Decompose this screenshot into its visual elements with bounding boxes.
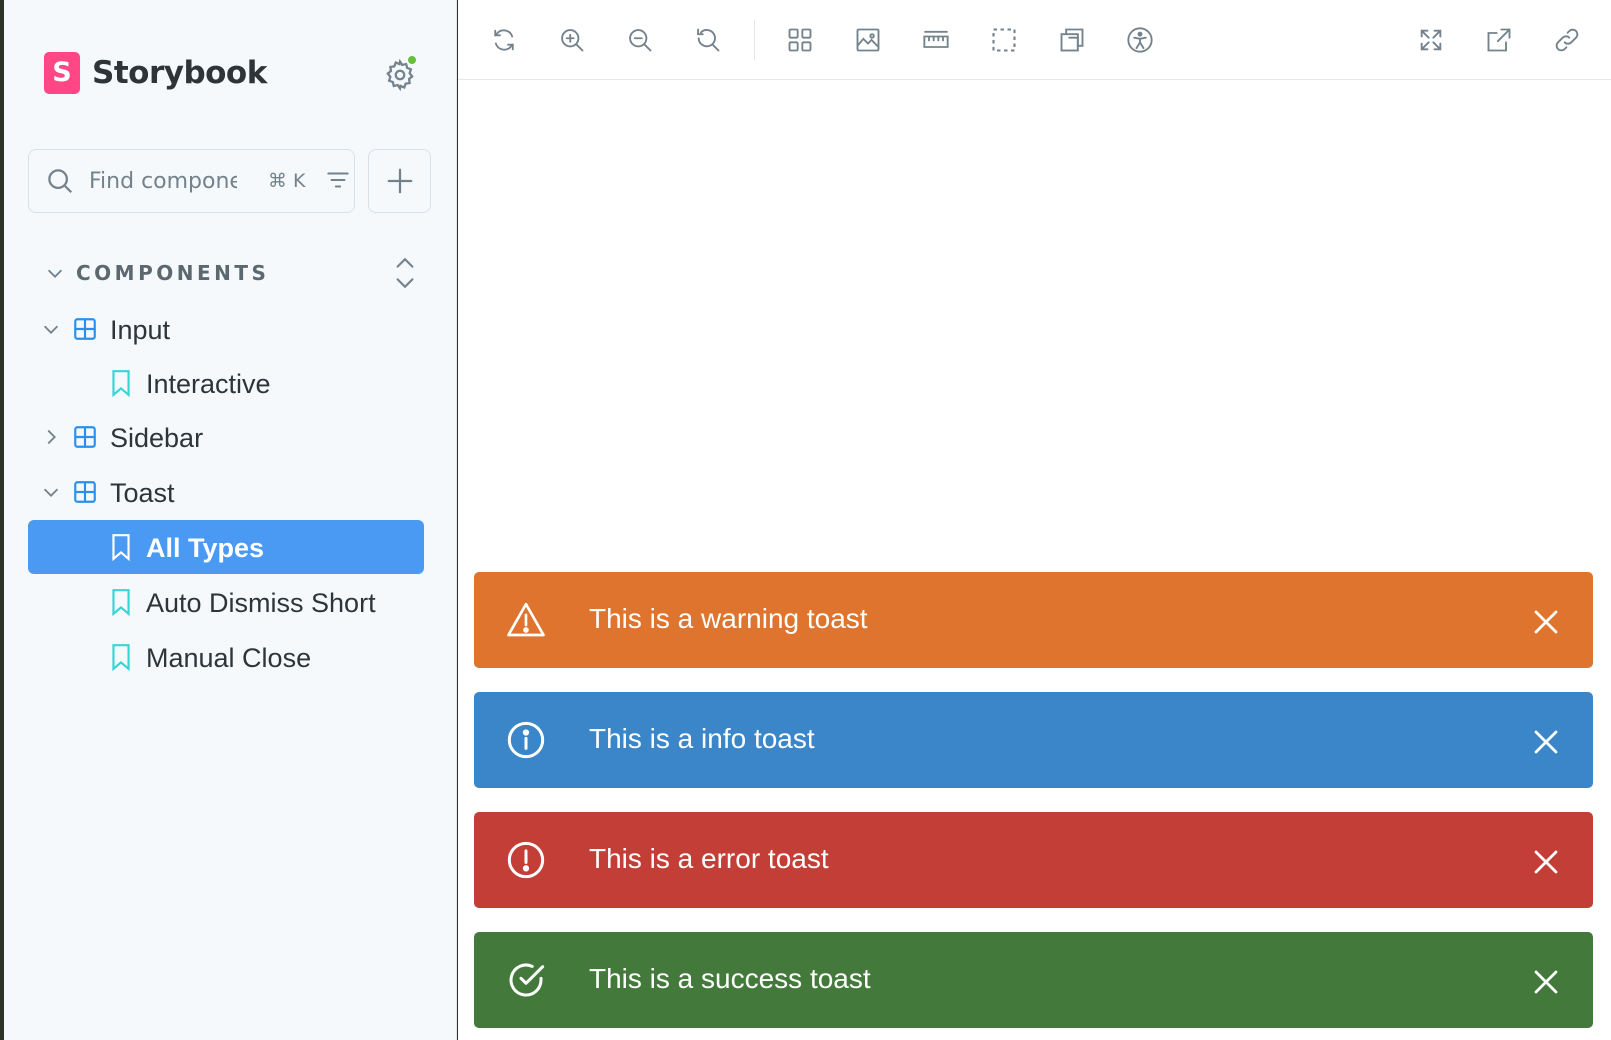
tree-item-label: Auto Dismiss Short bbox=[146, 588, 376, 618]
update-status-dot bbox=[406, 54, 418, 66]
open-in-new-tab-button[interactable] bbox=[1479, 20, 1519, 60]
component-icon bbox=[74, 426, 96, 448]
tree-item-label: Input bbox=[110, 315, 171, 345]
component-icon bbox=[74, 481, 96, 503]
search-box[interactable]: ⌘ K bbox=[28, 149, 355, 213]
tree-item-sidebar[interactable]: Sidebar bbox=[28, 410, 424, 464]
tree-item-label: Manual Close bbox=[146, 643, 312, 673]
tree-item-label: Sidebar bbox=[110, 423, 204, 453]
zoom-reset-button[interactable] bbox=[688, 20, 728, 60]
open-new-tab-icon bbox=[1487, 28, 1511, 52]
components-section-header[interactable]: COMPONENTS bbox=[44, 255, 424, 291]
measure-icon bbox=[923, 30, 949, 48]
component-icon bbox=[74, 318, 96, 340]
sidebar: S Storybook ⌘ K COMPONENTS Input bbox=[4, 0, 457, 1040]
brand[interactable]: S Storybook bbox=[44, 52, 267, 94]
background-icon bbox=[856, 28, 880, 52]
search-icon bbox=[48, 169, 73, 194]
search-input[interactable] bbox=[89, 162, 237, 200]
chevron-right-icon[interactable] bbox=[40, 426, 62, 448]
tree-item-label: Toast bbox=[110, 478, 175, 508]
measure-button[interactable] bbox=[916, 20, 956, 60]
tree-item-label: All Types bbox=[146, 533, 265, 563]
accessibility-icon bbox=[1127, 27, 1153, 53]
grid-icon bbox=[788, 28, 812, 52]
warning-triangle-icon bbox=[507, 602, 545, 637]
section-label: COMPONENTS bbox=[76, 261, 270, 285]
tree-item-all-types[interactable]: All Types bbox=[28, 520, 424, 574]
toast-message: This is a error toast bbox=[589, 843, 829, 874]
grid-toggle-button[interactable] bbox=[780, 20, 820, 60]
toast-message: This is a warning toast bbox=[589, 603, 868, 634]
tree-item-input[interactable]: Input bbox=[28, 302, 424, 356]
toast-error: This is a error toast bbox=[474, 812, 1593, 908]
zoom-out-button[interactable] bbox=[620, 20, 660, 60]
outline-icon bbox=[992, 28, 1016, 52]
zoom-in-button[interactable] bbox=[552, 20, 592, 60]
close-icon[interactable] bbox=[1531, 967, 1561, 997]
preview-toolbar bbox=[458, 0, 1611, 80]
viewport-icon bbox=[1060, 28, 1084, 52]
close-icon[interactable] bbox=[1531, 607, 1561, 637]
copy-link-button[interactable] bbox=[1547, 20, 1587, 60]
filter-icon[interactable] bbox=[325, 167, 351, 193]
reload-icon bbox=[494, 29, 514, 51]
brand-name: Storybook bbox=[92, 55, 267, 91]
plus-icon bbox=[387, 168, 412, 194]
chevron-down-icon[interactable] bbox=[40, 481, 62, 503]
info-circle-icon bbox=[507, 721, 545, 759]
tree-item-manual-close[interactable]: Manual Close bbox=[28, 630, 424, 684]
zoom-out-icon bbox=[629, 29, 652, 52]
bookmark-icon bbox=[112, 370, 130, 397]
bookmark-icon bbox=[112, 589, 130, 616]
toast-warning: This is a warning toast bbox=[474, 572, 1593, 668]
bookmark-icon bbox=[112, 534, 130, 561]
zoom-reset-icon bbox=[697, 28, 720, 52]
tree-item-interactive[interactable]: Interactive bbox=[28, 356, 424, 410]
viewport-button[interactable] bbox=[1052, 20, 1092, 60]
toast-info: This is a info toast bbox=[474, 692, 1593, 788]
error-circle-icon bbox=[507, 841, 545, 879]
tree-item-auto-dismiss-short[interactable]: Auto Dismiss Short bbox=[28, 575, 424, 629]
close-icon[interactable] bbox=[1531, 727, 1561, 757]
check-circle-icon bbox=[509, 963, 545, 997]
chevron-down-icon[interactable] bbox=[40, 318, 62, 340]
search-shortcut-hint: ⌘ K bbox=[268, 170, 306, 192]
storybook-logo: S bbox=[44, 52, 80, 94]
close-icon[interactable] bbox=[1531, 847, 1561, 877]
toolbar-divider bbox=[754, 20, 755, 60]
toast-message: This is a info toast bbox=[589, 723, 815, 754]
preview-area: This is a warning toast This is a info t… bbox=[458, 0, 1611, 1040]
outline-button[interactable] bbox=[984, 20, 1024, 60]
toast-success: This is a success toast bbox=[474, 932, 1593, 1028]
background-button[interactable] bbox=[848, 20, 888, 60]
accessibility-button[interactable] bbox=[1120, 20, 1160, 60]
chevron-down-icon bbox=[47, 269, 63, 278]
zoom-in-icon bbox=[561, 29, 584, 52]
fullscreen-icon bbox=[1420, 29, 1442, 51]
toast-message: This is a success toast bbox=[589, 963, 871, 994]
reload-button[interactable] bbox=[484, 20, 524, 60]
fullscreen-button[interactable] bbox=[1411, 20, 1451, 60]
tree-item-toast[interactable]: Toast bbox=[28, 465, 424, 519]
copy-link-icon bbox=[1555, 28, 1579, 52]
tree-item-label: Interactive bbox=[146, 369, 271, 399]
create-new-story-button[interactable] bbox=[368, 149, 431, 213]
bookmark-icon bbox=[112, 644, 130, 671]
expand-all-icon[interactable] bbox=[392, 255, 418, 291]
